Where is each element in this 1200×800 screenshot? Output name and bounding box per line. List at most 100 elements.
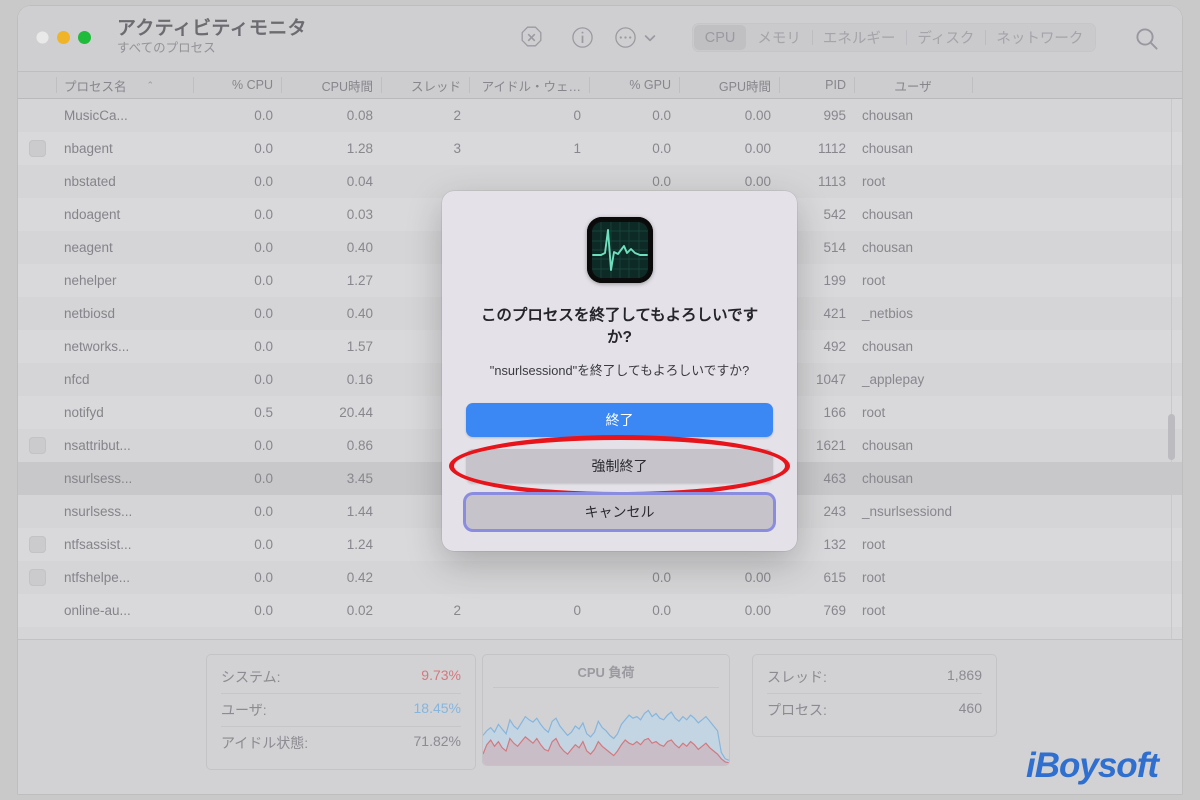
cell-spacer xyxy=(972,99,1182,132)
status-footer: システム: 9.73% ユーザ: 18.45% アイドル状態: 71.82% C… xyxy=(18,639,1182,794)
sort-ascending-icon: ⌃ xyxy=(146,79,155,90)
row-icon-cell xyxy=(18,231,56,264)
cell-pid: 615 xyxy=(823,570,846,585)
column-header-gutter xyxy=(18,72,56,98)
cell-gpu-percent: 0.0 xyxy=(652,603,671,618)
row-icon-cell xyxy=(18,495,56,528)
table-row[interactable]: MusicCa... 0.0 0.08 2 0 0.0 0.00 995 chousan xyxy=(18,99,1182,132)
cell-cpu-time: 0.42 xyxy=(346,570,373,585)
column-header-cpu-percent[interactable]: % CPU xyxy=(193,72,281,98)
vertical-scrollbar[interactable] xyxy=(1165,99,1179,639)
count-label-threads: スレッド: xyxy=(767,669,827,685)
cell-process-name: nsurlsess... xyxy=(64,471,133,486)
stat-label-system: システム: xyxy=(221,669,281,685)
cell-idle-wake xyxy=(469,561,589,594)
window-title-block: アクティビティモニタ すべてのプロセス xyxy=(117,18,307,56)
cell-user: chousan xyxy=(862,471,914,486)
process-app-icon xyxy=(29,569,46,586)
inspect-process-icon[interactable] xyxy=(570,25,595,50)
stat-row-user: ユーザ: 18.45% xyxy=(221,694,461,727)
table-row[interactable]: ntfshelpe... 0.0 0.42 0.0 0.00 615 root xyxy=(18,561,1182,594)
column-header-idle-wake[interactable]: アイドル・ウェ… xyxy=(469,72,589,98)
cell-cpu-percent: 0.0 xyxy=(254,207,273,222)
chevron-down-icon[interactable] xyxy=(643,25,657,50)
quit-button[interactable]: 終了 xyxy=(466,402,773,437)
dialog-button-group: 終了 強制終了 キャンセル xyxy=(449,402,790,529)
stat-value-system: 9.73% xyxy=(421,667,461,683)
maximize-button[interactable] xyxy=(78,31,91,44)
column-header-threads[interactable]: スレッド xyxy=(381,72,469,98)
column-header-gpu-time[interactable]: GPU時間 xyxy=(679,72,779,98)
count-value-threads: 1,869 xyxy=(946,667,982,683)
row-icon-cell xyxy=(18,165,56,198)
cell-cpu-time: 1.24 xyxy=(346,537,373,552)
row-icon-cell xyxy=(18,528,56,561)
cell-cpu-percent: 0.0 xyxy=(254,570,273,585)
column-header-user[interactable]: ユーザ xyxy=(854,72,972,98)
cell-process-name: nbstated xyxy=(64,174,116,189)
cell-cpu-percent: 0.0 xyxy=(254,537,273,552)
column-header-pid[interactable]: PID xyxy=(779,72,854,98)
cell-cpu-time: 20.44 xyxy=(339,405,373,420)
tab-energy[interactable]: エネルギー xyxy=(811,25,907,50)
close-button[interactable] xyxy=(36,31,49,44)
stat-label-idle: アイドル状態: xyxy=(221,735,309,751)
table-row[interactable]: online-au... 0.0 0.02 2 0 0.0 0.00 769 root xyxy=(18,594,1182,627)
cell-spacer xyxy=(972,561,1182,594)
cell-cpu-percent: 0.0 xyxy=(254,141,273,156)
traffic-light-group xyxy=(36,31,91,44)
cell-cpu-percent: 0.0 xyxy=(254,471,273,486)
table-row[interactable]: nbagent 0.0 1.28 3 1 0.0 0.00 1112 chousan xyxy=(18,132,1182,165)
cell-cpu-percent: 0.0 xyxy=(254,174,273,189)
cell-process-name: nsurlsess... xyxy=(64,504,133,519)
toolbar-icon-group xyxy=(519,25,657,50)
scrollbar-thumb[interactable] xyxy=(1168,414,1175,460)
cell-process-name: online-au... xyxy=(64,603,131,618)
scrollbar-track xyxy=(1171,99,1172,639)
tab-memory[interactable]: メモリ xyxy=(746,25,812,50)
stat-label-user: ユーザ: xyxy=(221,702,267,718)
cell-process-name: nfcd xyxy=(64,372,90,387)
row-icon-cell xyxy=(18,429,56,462)
count-row-processes: プロセス: 460 xyxy=(767,694,982,726)
cell-threads xyxy=(381,561,469,594)
cell-pid: 769 xyxy=(823,603,846,618)
cell-process-name: ndoagent xyxy=(64,207,121,222)
cancel-button[interactable]: キャンセル xyxy=(466,494,773,529)
stop-process-icon[interactable] xyxy=(519,25,544,50)
cell-user: _nsurlsessiond xyxy=(862,504,953,519)
column-header-process-name[interactable]: プロセス名 ⌃ xyxy=(56,72,193,98)
tab-network[interactable]: ネットワーク xyxy=(985,25,1094,50)
cell-spacer xyxy=(972,429,1182,462)
cpu-load-graph-panel: CPU 負荷 xyxy=(482,654,730,766)
tab-disk[interactable]: ディスク xyxy=(906,25,985,50)
cell-gpu-percent: 0.0 xyxy=(652,108,671,123)
column-header-cpu-time[interactable]: CPU時間 xyxy=(281,72,381,98)
stat-value-idle: 71.82% xyxy=(413,733,461,749)
cell-process-name: neagent xyxy=(64,240,113,255)
cell-process-name: nbagent xyxy=(64,141,113,156)
more-options-icon[interactable] xyxy=(613,25,638,50)
cell-cpu-time: 0.86 xyxy=(346,438,373,453)
tab-cpu[interactable]: CPU xyxy=(693,25,747,50)
cell-process-name: nsattribut... xyxy=(64,438,131,453)
cell-threads: 3 xyxy=(453,141,461,156)
minimize-button[interactable] xyxy=(57,31,70,44)
view-tabs[interactable]: CPU メモリ エネルギー ディスク ネットワーク xyxy=(691,23,1097,52)
cell-spacer xyxy=(972,495,1182,528)
activity-monitor-app-icon xyxy=(586,217,653,283)
search-icon[interactable] xyxy=(1134,26,1160,57)
more-options-group[interactable] xyxy=(613,25,657,50)
count-value-processes: 460 xyxy=(958,700,982,716)
column-header-gpu-percent[interactable]: % GPU xyxy=(589,72,679,98)
cell-cpu-time: 0.40 xyxy=(346,240,373,255)
force-quit-button[interactable]: 強制終了 xyxy=(449,434,790,497)
app-icon-screen xyxy=(591,222,648,278)
stat-row-system: システム: 9.73% xyxy=(221,661,461,694)
cell-pid: 995 xyxy=(823,108,846,123)
stat-row-idle: アイドル状態: 71.82% xyxy=(221,727,461,759)
cell-user: chousan xyxy=(862,207,914,222)
page-subtitle: すべてのプロセス xyxy=(117,41,216,56)
cell-gpu-time: 0.00 xyxy=(744,108,771,123)
stat-value-user: 18.45% xyxy=(413,700,461,716)
